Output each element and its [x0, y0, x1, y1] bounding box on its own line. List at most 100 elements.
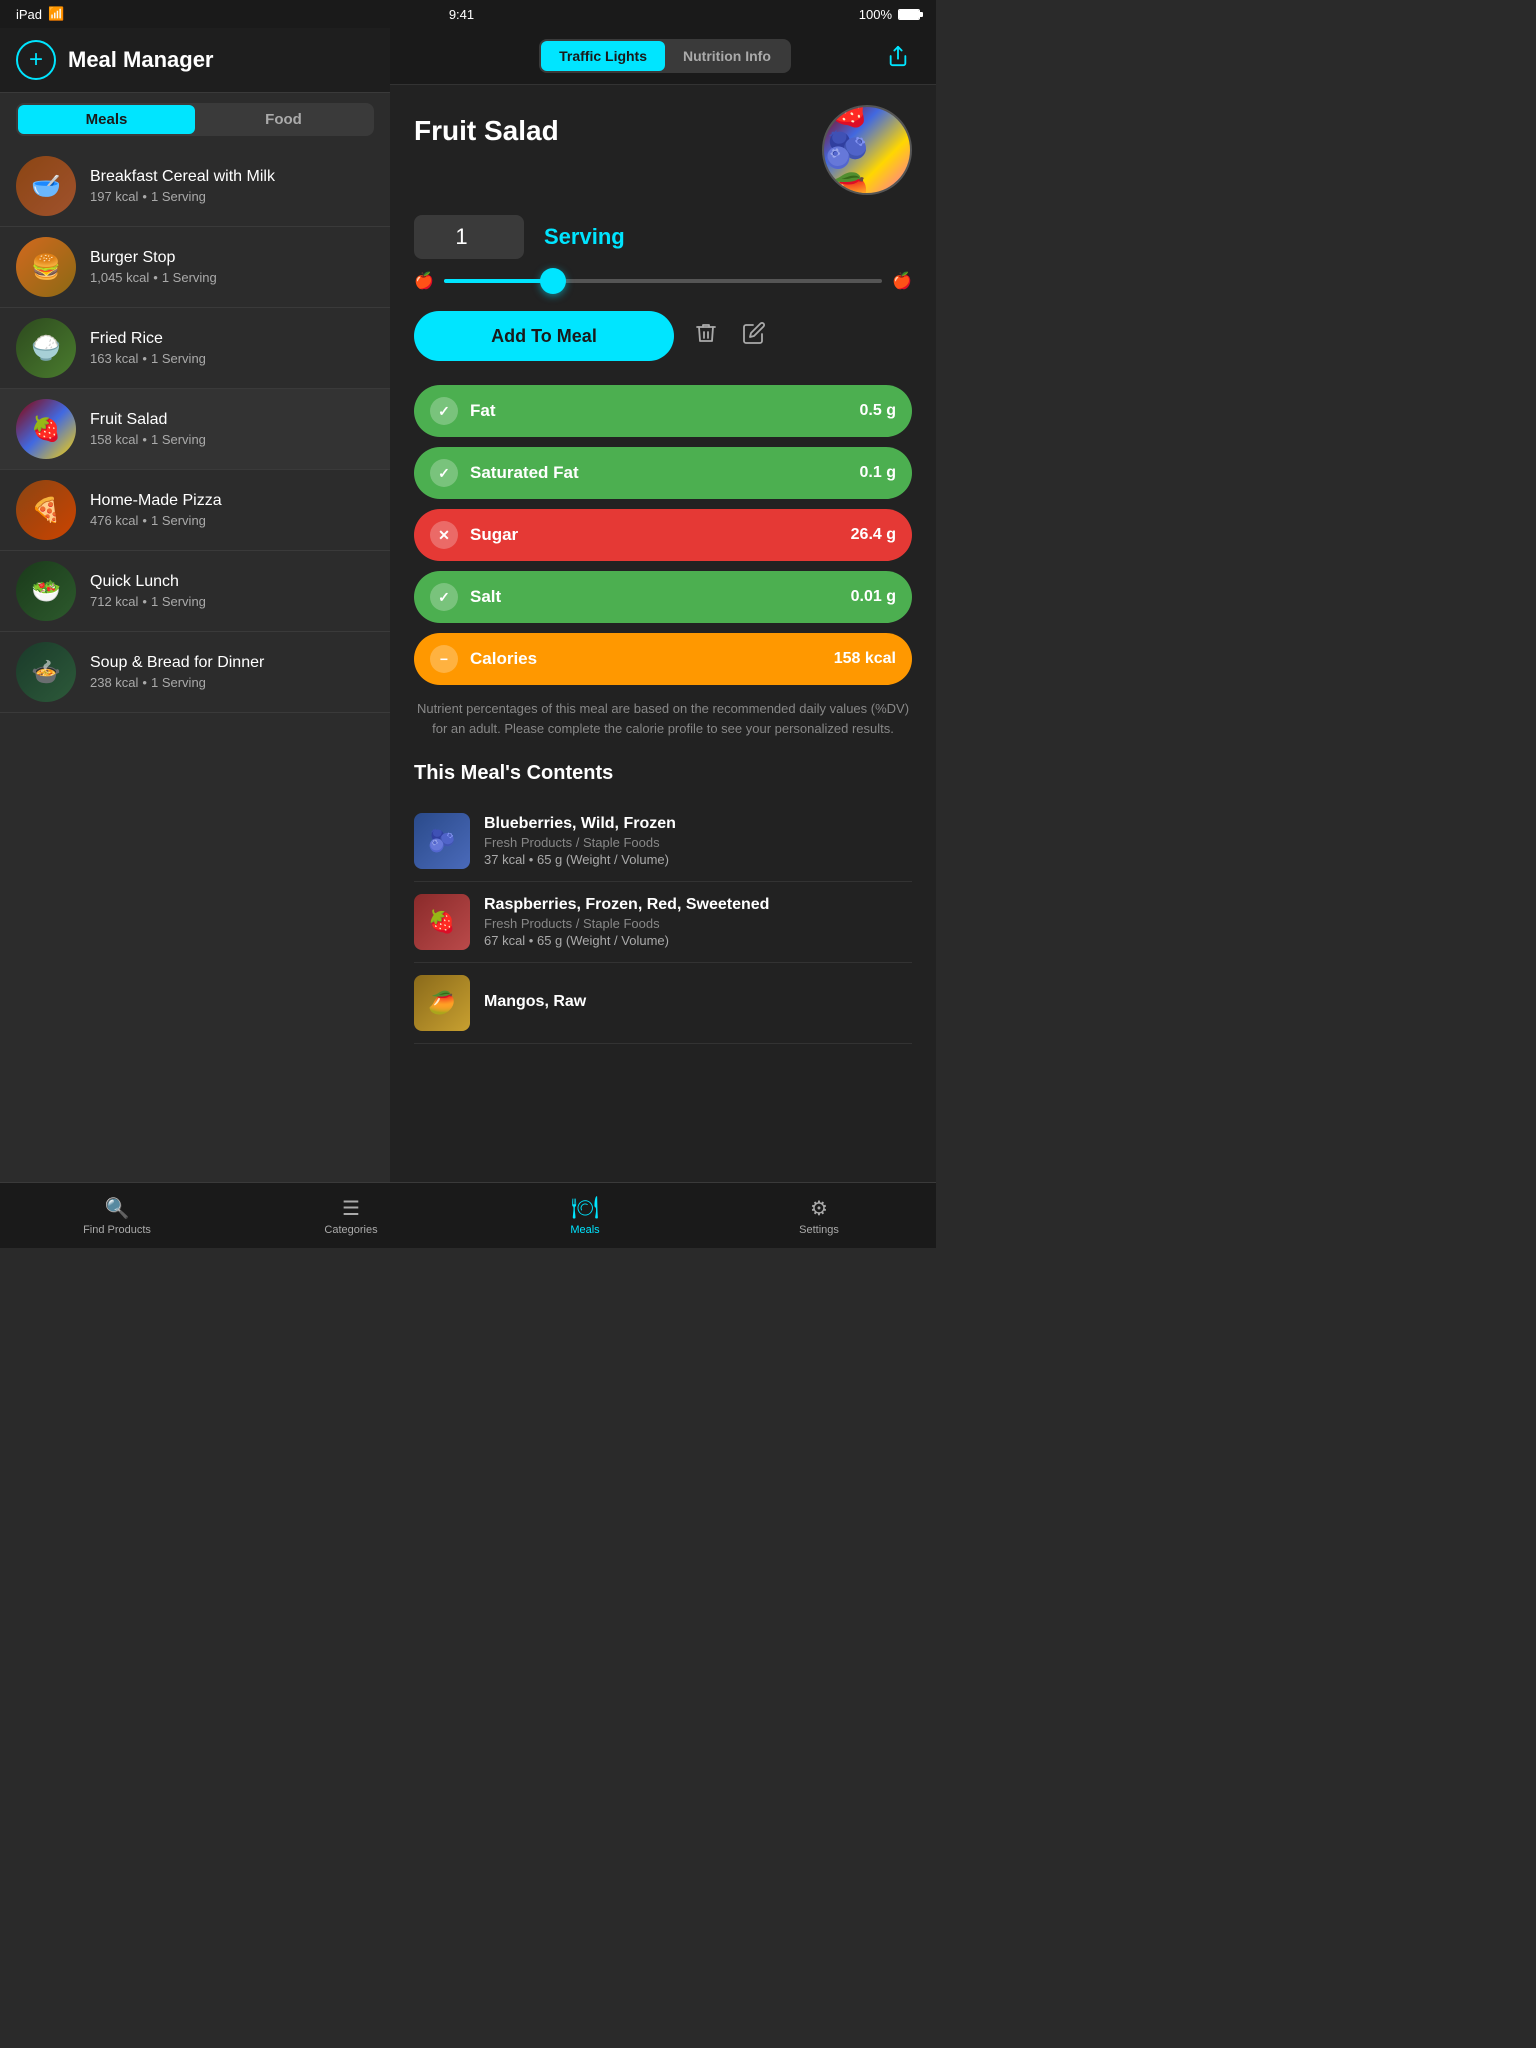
status-bar: iPad 📶 9:41 100% [0, 0, 936, 28]
meal-thumb-soup: 🍲 [16, 642, 76, 702]
blueberries-meta: 37 kcal • 65 g (Weight / Volume) [484, 852, 676, 867]
meal-item-cereal[interactable]: 🥣 Breakfast Cereal with Milk 197 kcal•1 … [0, 146, 390, 227]
slider-fill [444, 279, 554, 283]
categories-icon: ☰ [342, 1196, 360, 1221]
food-detail: Fruit Salad 🍓🫐🥭 1 Serving 🍎 🍎 Add To Mea… [390, 85, 936, 1064]
meal-name-fruit-salad: Fruit Salad [90, 411, 374, 429]
search-icon: 🔍 [105, 1196, 130, 1221]
raspberries-cat: Fresh Products / Staple Foods [484, 916, 769, 931]
meal-item-burger[interactable]: 🍔 Burger Stop 1,045 kcal•1 Serving [0, 227, 390, 308]
add-meal-button[interactable]: + [16, 40, 56, 80]
meal-info-cereal: Breakfast Cereal with Milk 197 kcal•1 Se… [90, 168, 374, 204]
nav-find-label: Find Products [83, 1224, 151, 1236]
meal-item-pizza[interactable]: 🍕 Home-Made Pizza 476 kcal•1 Serving [0, 470, 390, 551]
right-header-tabs: Traffic Lights Nutrition Info [539, 39, 791, 73]
meal-thumb-pizza: 🍕 [16, 480, 76, 540]
sat-fat-value: 0.1 g [860, 464, 896, 482]
device-label: iPad [16, 7, 42, 22]
raspberries-info: Raspberries, Frozen, Red, Sweetened Fres… [484, 896, 769, 948]
meal-item-fruit-salad[interactable]: 🍓 Fruit Salad 158 kcal•1 Serving [0, 389, 390, 470]
settings-icon: ⚙ [810, 1196, 828, 1221]
tab-traffic-lights[interactable]: Traffic Lights [541, 41, 665, 71]
edit-button[interactable] [738, 317, 770, 355]
nav-settings[interactable]: ⚙ Settings [702, 1183, 936, 1248]
fat-label: Fat [470, 401, 860, 421]
nutrition-bar-calories: − Calories 158 kcal [414, 633, 912, 685]
nav-categories-label: Categories [324, 1224, 377, 1236]
slider-row: 🍎 🍎 [414, 271, 912, 291]
meal-name-burger: Burger Stop [90, 249, 374, 267]
food-header: Fruit Salad 🍓🫐🥭 [414, 105, 912, 195]
main-layout: + Meal Manager Meals Food 🥣 Breakfast Ce… [0, 28, 936, 1182]
battery-label: 100% [859, 7, 892, 22]
battery-fill [899, 10, 919, 19]
sidebar-header: + Meal Manager [0, 28, 390, 93]
meal-meta-burger: 1,045 kcal•1 Serving [90, 270, 374, 285]
nutrition-bar-salt: ✓ Salt 0.01 g [414, 571, 912, 623]
tab-food[interactable]: Food [195, 105, 372, 134]
meal-info-rice: Fried Rice 163 kcal•1 Serving [90, 330, 374, 366]
meal-info-soup: Soup & Bread for Dinner 238 kcal•1 Servi… [90, 654, 374, 690]
nav-meals[interactable]: 🍽 Meals [468, 1183, 702, 1248]
sat-fat-check-icon: ✓ [430, 459, 458, 487]
right-panel: Traffic Lights Nutrition Info Fruit Sala… [390, 28, 936, 1182]
food-name: Fruit Salad [414, 115, 559, 147]
sugar-label: Sugar [470, 525, 851, 545]
raspberries-name: Raspberries, Frozen, Red, Sweetened [484, 896, 769, 914]
serving-slider[interactable] [444, 279, 882, 283]
meal-thumb-fruit-salad: 🍓 [16, 399, 76, 459]
meal-name-pizza: Home-Made Pizza [90, 492, 374, 510]
serving-row: 1 Serving [414, 215, 912, 259]
meal-thumb-cereal: 🥣 [16, 156, 76, 216]
bottom-nav: 🔍 Find Products ☰ Categories 🍽 Meals ⚙ S… [0, 1182, 936, 1248]
content-item-blueberries: 🫐 Blueberries, Wild, Frozen Fresh Produc… [414, 801, 912, 882]
tab-nutrition-info[interactable]: Nutrition Info [665, 41, 789, 71]
raspberries-thumb: 🍓 [414, 894, 470, 950]
sat-fat-label: Saturated Fat [470, 463, 860, 483]
time-display: 9:41 [449, 7, 474, 22]
slider-min-icon: 🍎 [414, 271, 434, 291]
tab-meals[interactable]: Meals [18, 105, 195, 134]
serving-input[interactable]: 1 [414, 215, 524, 259]
content-item-raspberries: 🍓 Raspberries, Frozen, Red, Sweetened Fr… [414, 882, 912, 963]
nutrition-bar-sugar: ✕ Sugar 26.4 g [414, 509, 912, 561]
status-right: 100% [859, 7, 920, 22]
meal-meta-cereal: 197 kcal•1 Serving [90, 189, 374, 204]
meal-item-rice[interactable]: 🍚 Fried Rice 163 kcal•1 Serving [0, 308, 390, 389]
mangos-name: Mangos, Raw [484, 993, 586, 1011]
meal-info-fruit-salad: Fruit Salad 158 kcal•1 Serving [90, 411, 374, 447]
sidebar-title: Meal Manager [68, 47, 214, 73]
blueberries-info: Blueberries, Wild, Frozen Fresh Products… [484, 815, 676, 867]
meal-thumb-rice: 🍚 [16, 318, 76, 378]
status-left: iPad 📶 [16, 6, 64, 22]
nav-categories[interactable]: ☰ Categories [234, 1183, 468, 1248]
nav-meals-label: Meals [570, 1224, 599, 1236]
salt-check-icon: ✓ [430, 583, 458, 611]
sugar-value: 26.4 g [851, 526, 896, 544]
meal-name-rice: Fried Rice [90, 330, 374, 348]
meal-item-quick-lunch[interactable]: 🥗 Quick Lunch 712 kcal•1 Serving [0, 551, 390, 632]
calories-value: 158 kcal [834, 650, 896, 668]
content-item-mangos: 🥭 Mangos, Raw [414, 963, 912, 1044]
food-image: 🍓🫐🥭 [822, 105, 912, 195]
nutrition-bar-fat: ✓ Fat 0.5 g [414, 385, 912, 437]
blueberries-thumb: 🫐 [414, 813, 470, 869]
action-row: Add To Meal [414, 311, 912, 361]
nav-find-products[interactable]: 🔍 Find Products [0, 1183, 234, 1248]
share-button[interactable] [880, 38, 916, 74]
battery-icon [898, 9, 920, 20]
meal-info-pizza: Home-Made Pizza 476 kcal•1 Serving [90, 492, 374, 528]
salt-label: Salt [470, 587, 851, 607]
meal-meta-rice: 163 kcal•1 Serving [90, 351, 374, 366]
add-to-meal-button[interactable]: Add To Meal [414, 311, 674, 361]
meal-list: 🥣 Breakfast Cereal with Milk 197 kcal•1 … [0, 146, 390, 1182]
mangos-info: Mangos, Raw [484, 993, 586, 1013]
wifi-icon: 📶 [48, 6, 64, 22]
meal-name-quick-lunch: Quick Lunch [90, 573, 374, 591]
meal-meta-pizza: 476 kcal•1 Serving [90, 513, 374, 528]
blueberries-name: Blueberries, Wild, Frozen [484, 815, 676, 833]
meal-meta-quick-lunch: 712 kcal•1 Serving [90, 594, 374, 609]
delete-button[interactable] [690, 317, 722, 355]
nav-settings-label: Settings [799, 1224, 839, 1236]
meal-item-soup[interactable]: 🍲 Soup & Bread for Dinner 238 kcal•1 Ser… [0, 632, 390, 713]
